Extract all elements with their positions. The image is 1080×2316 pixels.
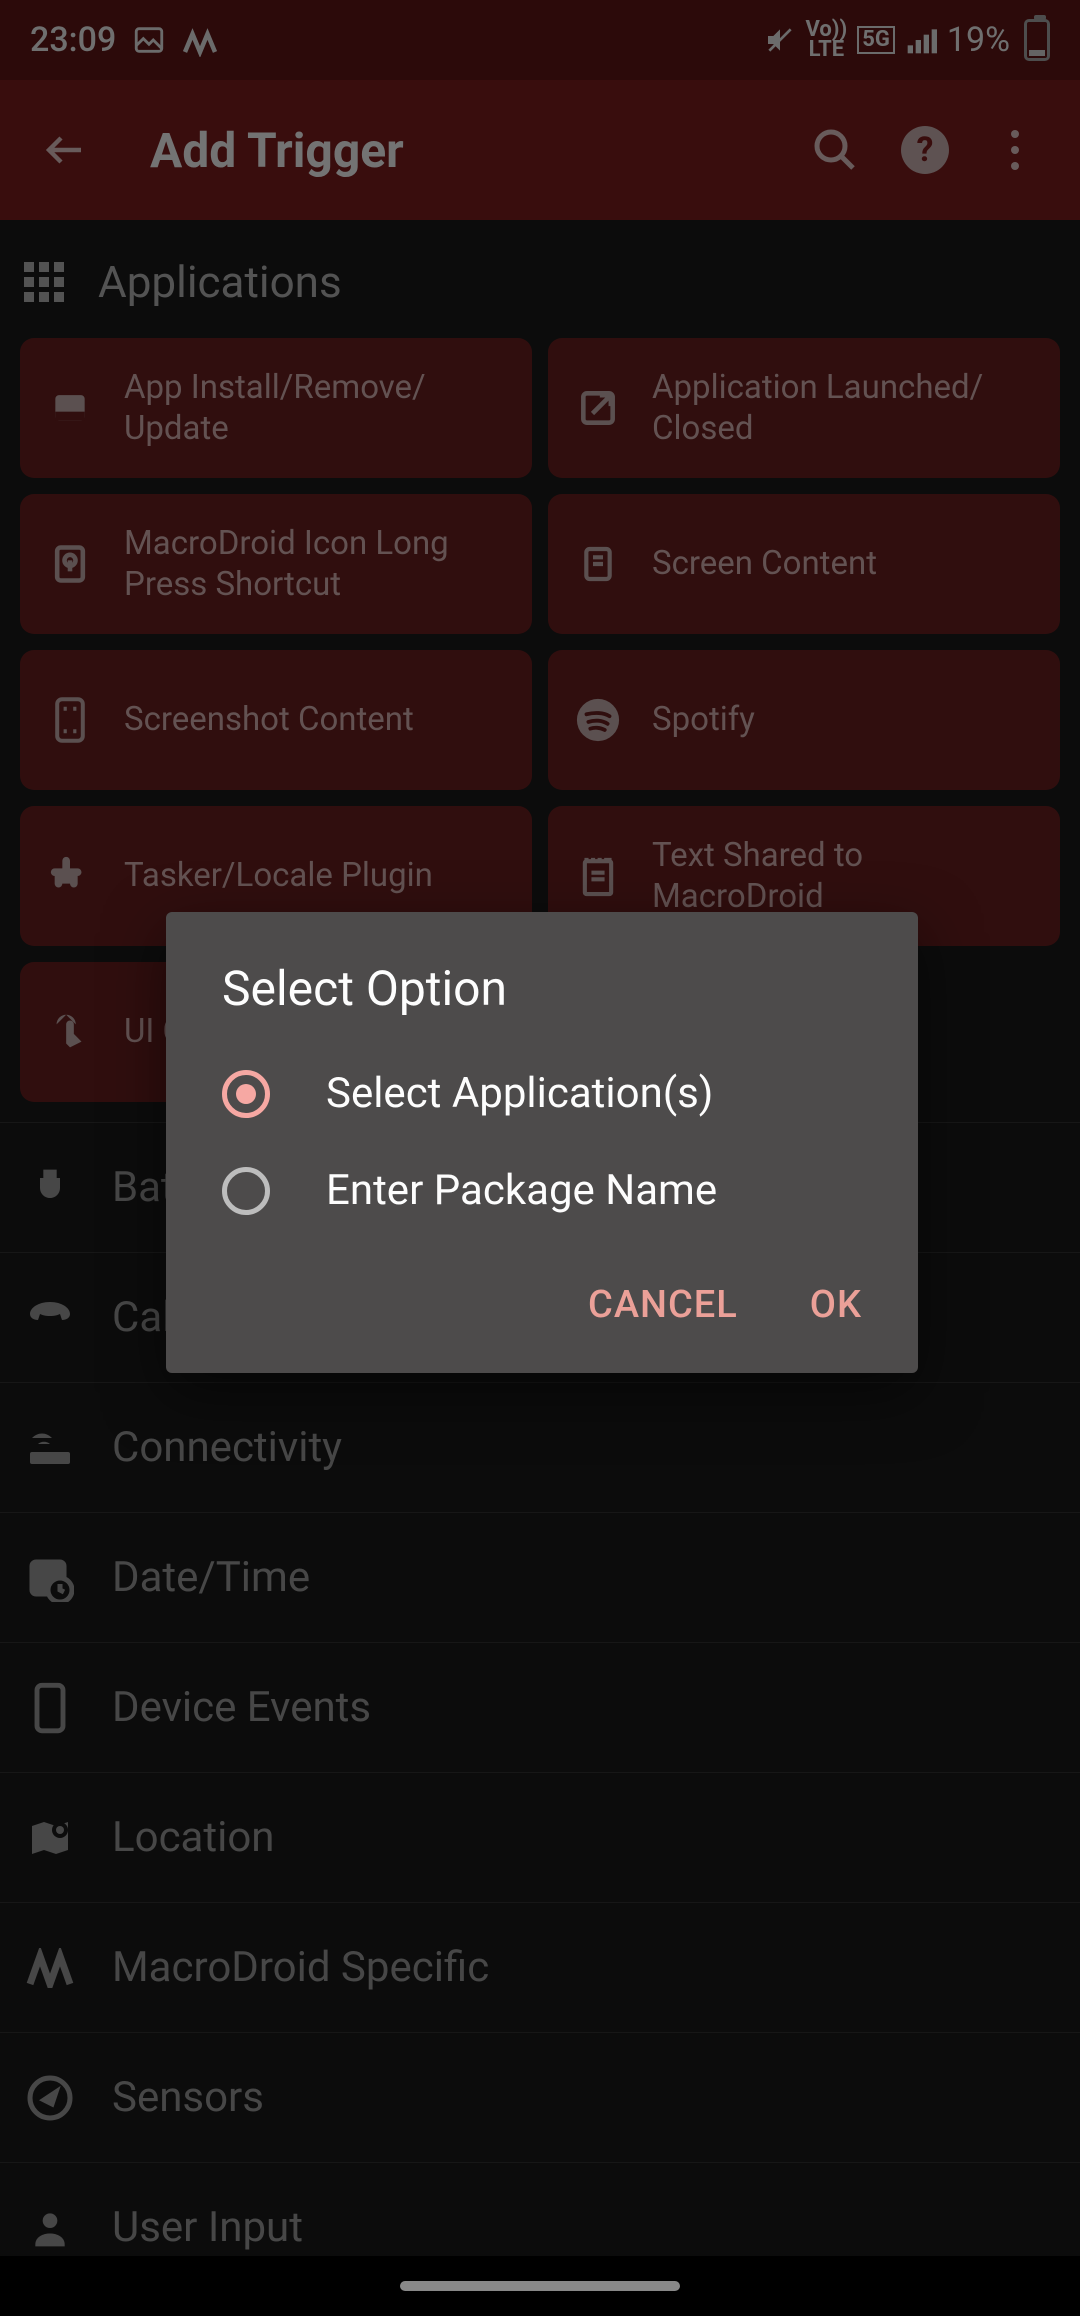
gesture-nav-bar (0, 2256, 1080, 2316)
option-enter-package-name[interactable]: Enter Package Name (166, 1142, 918, 1239)
dialog-actions: CANCEL OK (166, 1239, 918, 1357)
dialog-title: Select Option (166, 960, 918, 1045)
option-select-applications[interactable]: Select Application(s) (166, 1045, 918, 1142)
screen-root: 23:09 Vo)) LTE 5G 19% Add Trigger (0, 0, 1080, 2316)
option-label: Select Application(s) (326, 1069, 713, 1118)
radio-unchecked-icon (222, 1167, 270, 1215)
option-label: Enter Package Name (326, 1166, 717, 1215)
ok-button[interactable]: OK (810, 1283, 862, 1327)
gesture-pill[interactable] (400, 2281, 680, 2291)
cancel-button[interactable]: CANCEL (588, 1283, 738, 1327)
select-option-dialog: Select Option Select Application(s) Ente… (166, 912, 918, 1373)
radio-checked-icon (222, 1070, 270, 1118)
